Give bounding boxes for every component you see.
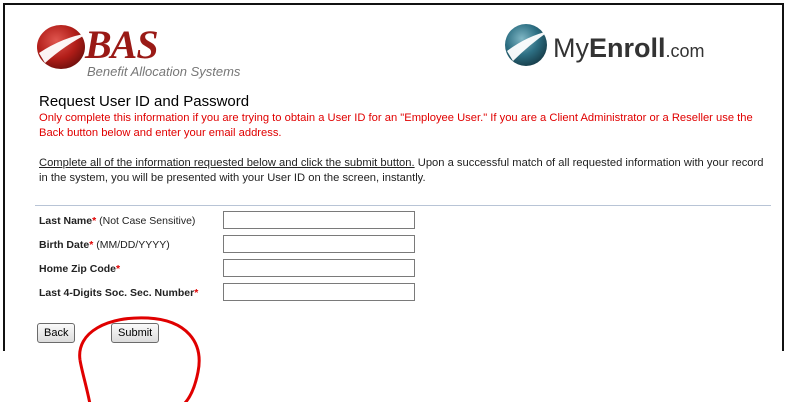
- last-name-label: Last Name* (Not Case Sensitive): [39, 215, 195, 227]
- bas-logo-text: BAS: [85, 22, 159, 67]
- page-title: Request User ID and Password: [39, 93, 250, 110]
- zip-code-label: Home Zip Code*: [39, 263, 120, 275]
- myenroll-suffix: .com: [665, 41, 705, 61]
- birth-date-hint: (MM/DD/YYYY): [93, 239, 170, 251]
- myenroll-logo: MyEnroll.com: [501, 21, 751, 73]
- myenroll-logo-text: MyEnroll.com: [553, 33, 705, 64]
- page-frame: BAS Benefit Allocation Systems MyEnroll.…: [3, 3, 784, 351]
- birth-date-label: Birth Date* (MM/DD/YYYY): [39, 239, 170, 251]
- ssn-label-text: Last 4-Digits Soc. Sec. Number: [39, 287, 195, 299]
- zip-code-label-text: Home Zip Code: [39, 263, 117, 275]
- birth-date-label-text: Birth Date: [39, 239, 90, 251]
- bas-logo: BAS Benefit Allocation Systems: [35, 19, 265, 89]
- divider: [35, 205, 771, 206]
- back-button[interactable]: Back: [37, 323, 76, 343]
- bas-swoosh-icon: [37, 25, 89, 69]
- ssn-input[interactable]: [223, 283, 415, 301]
- required-mark: *: [194, 287, 199, 299]
- employee-user-note: Only complete this information if you ar…: [39, 112, 753, 139]
- last-name-hint: (Not Case Sensitive): [96, 215, 196, 227]
- submit-button[interactable]: Submit: [111, 323, 160, 343]
- myenroll-prefix: My: [553, 33, 589, 63]
- bas-logo-subtitle: Benefit Allocation Systems: [87, 64, 241, 79]
- required-mark: *: [116, 263, 121, 275]
- ssn-label: Last 4-Digits Soc. Sec. Number*: [39, 287, 198, 299]
- birth-date-input[interactable]: [223, 235, 415, 253]
- last-name-input[interactable]: [223, 211, 415, 229]
- zip-code-input[interactable]: [223, 259, 415, 277]
- instructions-text: Complete all of the information requeste…: [39, 156, 769, 186]
- myenroll-globe-icon: [505, 24, 549, 66]
- last-name-label-text: Last Name: [39, 215, 93, 227]
- instructions-underlined: Complete all of the information requeste…: [39, 157, 415, 169]
- myenroll-bold: Enroll: [589, 33, 666, 63]
